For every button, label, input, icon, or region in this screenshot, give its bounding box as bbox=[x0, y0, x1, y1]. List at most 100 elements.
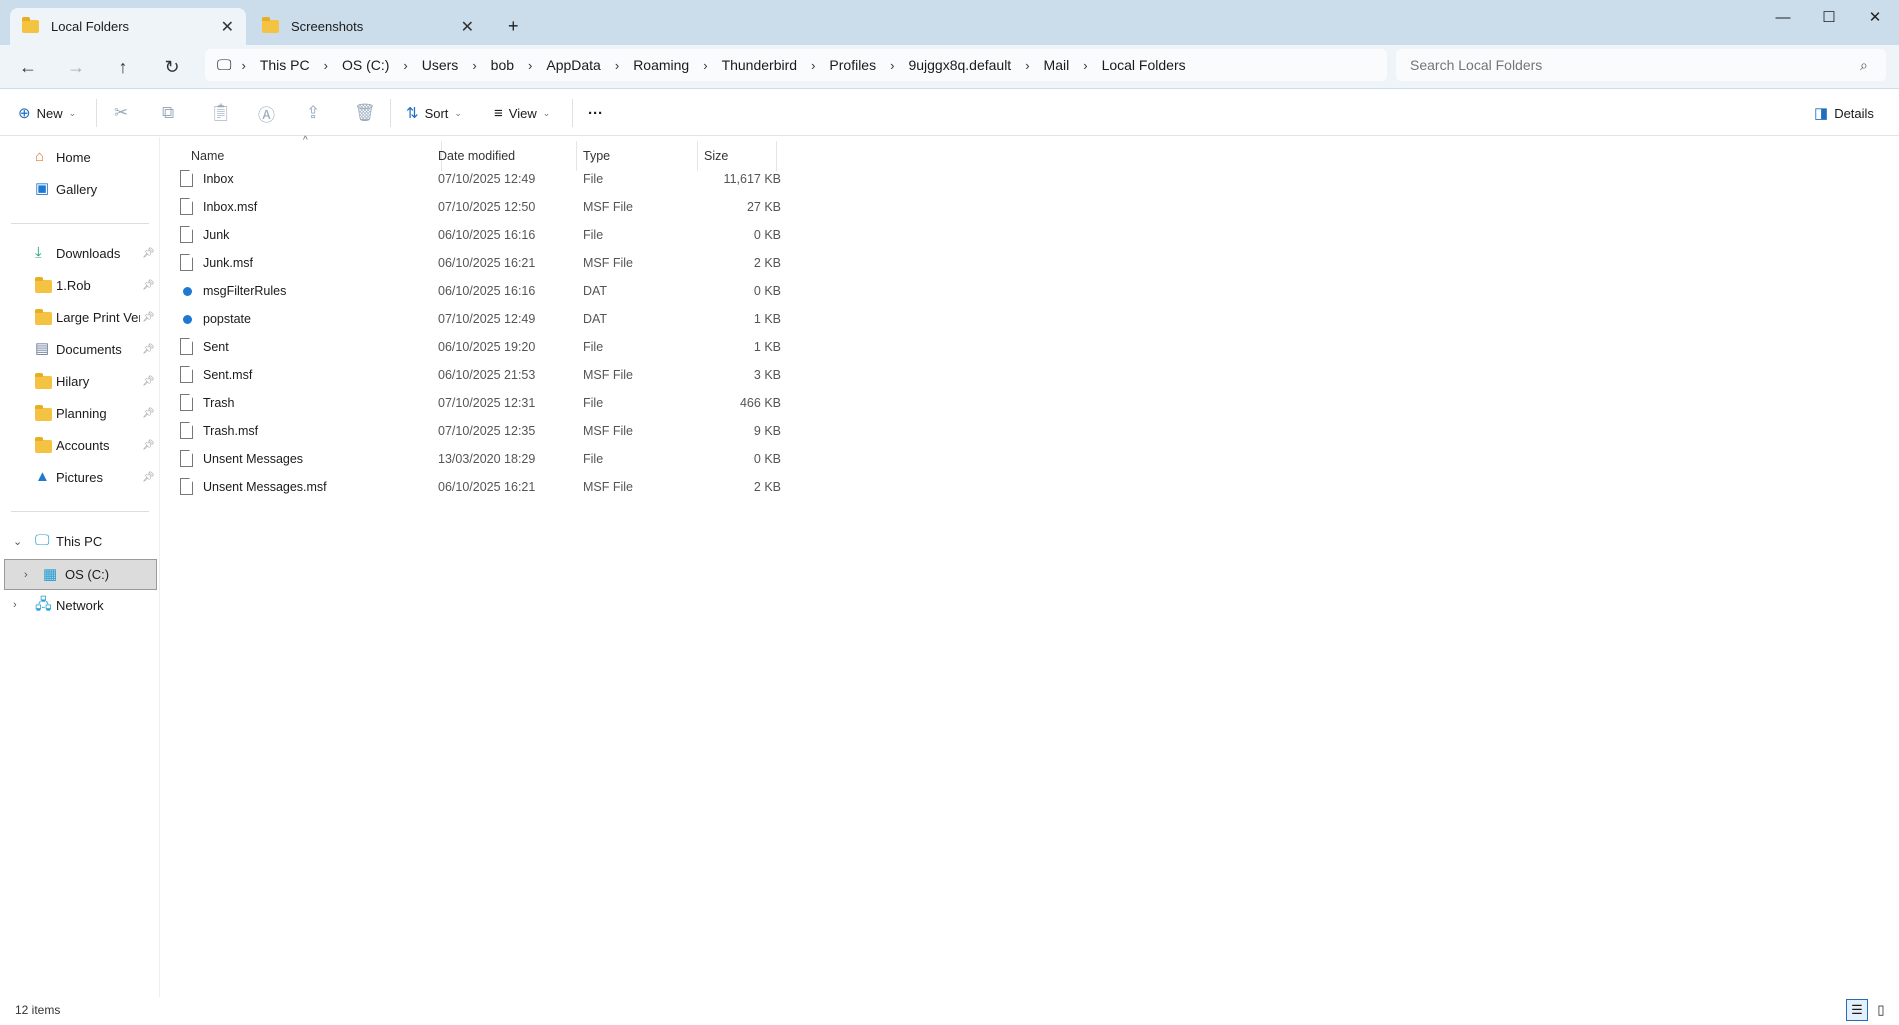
file-row[interactable]: Junk.msf 06/10/2025 16:21 MSF File 2 KB bbox=[175, 249, 789, 277]
cut-button[interactable]: ✂ bbox=[114, 97, 128, 129]
pin-icon[interactable]: 📌︎ bbox=[142, 440, 155, 451]
breadcrumb-item[interactable]: This PC bbox=[252, 57, 318, 73]
file-row[interactable]: Inbox.msf 07/10/2025 12:50 MSF File 27 KB bbox=[175, 193, 789, 221]
chevron-right-icon[interactable]: › bbox=[318, 58, 334, 73]
tiles-view-button[interactable]: ▯ bbox=[1870, 999, 1892, 1021]
chevron-right-icon[interactable]: › bbox=[397, 58, 413, 73]
file-row[interactable]: Sent 06/10/2025 19:20 File 1 KB bbox=[175, 333, 789, 361]
tab-screenshots[interactable]: Screenshots ✕ bbox=[250, 8, 486, 45]
computer-icon: 🖵 bbox=[35, 532, 50, 549]
file-type: MSF File bbox=[583, 424, 633, 438]
sidebar-item-downloads[interactable]: ⤓ Downloads 📌︎ bbox=[0, 239, 160, 267]
up-button[interactable]: ↑ bbox=[105, 53, 141, 81]
rename-button[interactable]: Ⓐ bbox=[258, 97, 275, 129]
tab-local-folders[interactable]: Local Folders ✕ bbox=[10, 8, 246, 45]
refresh-button[interactable]: ↻ bbox=[154, 53, 190, 81]
file-row[interactable]: Trash.msf 07/10/2025 12:35 MSF File 9 KB bbox=[175, 417, 789, 445]
breadcrumb-item[interactable]: bob bbox=[483, 57, 522, 73]
command-bar: ⊕ New ⌄ ✂ ⧉ 📋︎ Ⓐ ⇪ 🗑︎ ⇅ Sort ⌄ ≡ View ⌄ … bbox=[0, 88, 1899, 136]
pin-icon[interactable]: 📌︎ bbox=[142, 280, 155, 291]
chevron-right-icon: › bbox=[241, 57, 246, 73]
view-button[interactable]: ≡ View ⌄ bbox=[494, 97, 550, 129]
minimize-button[interactable]: — bbox=[1760, 4, 1806, 30]
file-name: Inbox bbox=[203, 172, 234, 186]
file-row[interactable]: Sent.msf 06/10/2025 21:53 MSF File 3 KB bbox=[175, 361, 789, 389]
pin-icon[interactable]: 📌︎ bbox=[142, 376, 155, 387]
breadcrumb-item[interactable]: Local Folders bbox=[1094, 57, 1194, 73]
maximize-button[interactable]: ☐ bbox=[1806, 4, 1852, 30]
breadcrumb-item[interactable]: Mail bbox=[1036, 57, 1078, 73]
chevron-right-icon[interactable]: › bbox=[1077, 58, 1093, 73]
new-button[interactable]: ⊕ New ⌄ bbox=[18, 97, 76, 129]
new-tab-button[interactable]: + bbox=[496, 8, 528, 45]
view-list-icon: ≡ bbox=[494, 104, 503, 122]
file-row[interactable]: Trash 07/10/2025 12:31 File 466 KB bbox=[175, 389, 789, 417]
chevron-down-icon: ⌄ bbox=[68, 107, 77, 118]
chevron-right-icon[interactable]: › bbox=[522, 58, 538, 73]
sidebar-item-home[interactable]: ⌂ Home bbox=[0, 143, 160, 171]
sidebar-item-hilary[interactable]: Hilary 📌︎ bbox=[0, 367, 160, 395]
sidebar-item-gallery[interactable]: ▣ Gallery bbox=[0, 175, 160, 203]
breadcrumb-item[interactable]: Profiles bbox=[821, 57, 884, 73]
more-options-button[interactable]: ··· bbox=[588, 97, 603, 129]
file-date: 06/10/2025 21:53 bbox=[438, 368, 536, 382]
chevron-right-icon[interactable]: › bbox=[13, 599, 17, 611]
copy-button[interactable]: ⧉ bbox=[162, 97, 174, 129]
sidebar-item-large-print-versi[interactable]: Large Print Versi📌︎ bbox=[0, 303, 160, 331]
sidebar-item-network[interactable]: 🖧 Network › bbox=[0, 591, 160, 619]
sidebar-item-planning[interactable]: Planning 📌︎ bbox=[0, 399, 160, 427]
folder-icon bbox=[22, 17, 39, 33]
chevron-right-icon[interactable]: › bbox=[805, 58, 821, 73]
sort-button[interactable]: ⇅ Sort ⌄ bbox=[406, 97, 462, 129]
file-row[interactable]: Unsent Messages.msf 06/10/2025 16:21 MSF F… bbox=[175, 473, 789, 501]
address-bar[interactable]: 🖵 › This PC › OS (C:) › Users › bob › AppData › Ro… bbox=[205, 49, 1387, 81]
file-size: 3 KB bbox=[753, 368, 781, 382]
chevron-right-icon[interactable]: › bbox=[1019, 58, 1035, 73]
details-pane-button[interactable]: ◨ Details bbox=[1814, 97, 1874, 129]
search-input[interactable] bbox=[1396, 49, 1886, 81]
close-window-button[interactable]: ✕ bbox=[1852, 4, 1898, 30]
details-view-button[interactable]: ☰ bbox=[1846, 999, 1868, 1021]
paste-button[interactable]: 📋︎ bbox=[210, 97, 232, 129]
file-row[interactable]: popstate 07/10/2025 12:49 DAT 1 KB bbox=[175, 305, 789, 333]
chevron-down-icon[interactable]: ⌄ bbox=[13, 535, 22, 548]
pin-icon[interactable]: 📌︎ bbox=[142, 344, 155, 355]
pin-icon[interactable]: 📌︎ bbox=[142, 408, 155, 419]
divider bbox=[96, 99, 97, 127]
pin-icon[interactable]: 📌︎ bbox=[142, 248, 155, 259]
delete-button[interactable]: 🗑︎ bbox=[354, 97, 376, 129]
file-name: Unsent Messages bbox=[203, 452, 304, 466]
chevron-right-icon[interactable]: › bbox=[466, 58, 482, 73]
sidebar-item-accounts[interactable]: Accounts 📌︎ bbox=[0, 431, 160, 459]
file-size: 466 KB bbox=[739, 396, 781, 410]
sidebar-item-this-pc[interactable]: 🖵 This PC ⌄ bbox=[0, 527, 160, 555]
file-row[interactable]: Unsent Messages 13/03/2020 18:29 File 0 KB bbox=[175, 445, 789, 473]
back-button[interactable]: ← bbox=[10, 53, 46, 81]
chevron-right-icon[interactable]: › bbox=[24, 569, 28, 581]
close-tab-icon[interactable]: ✕ bbox=[221, 17, 234, 37]
share-button[interactable]: ⇪ bbox=[306, 97, 320, 129]
pin-icon[interactable]: 📌︎ bbox=[142, 312, 155, 323]
breadcrumb-item[interactable]: 9ujggx8q.default bbox=[900, 57, 1019, 73]
breadcrumb-item[interactable]: Roaming bbox=[625, 57, 697, 73]
sidebar-item-os-c-[interactable]: ▦ OS (C:) › bbox=[4, 559, 157, 590]
file-row[interactable]: msgFilterRules 06/10/2025 16:16 DAT 0 KB bbox=[175, 277, 789, 305]
file-type: File bbox=[583, 172, 604, 186]
breadcrumb-item[interactable]: Thunderbird bbox=[714, 57, 806, 73]
file-row[interactable]: Junk 06/10/2025 16:16 File 0 KB bbox=[175, 221, 789, 249]
breadcrumb-item[interactable]: OS (C:) bbox=[334, 57, 397, 73]
sidebar-item-documents[interactable]: ▤ Documents 📌︎ bbox=[0, 335, 160, 363]
close-tab-icon[interactable]: ✕ bbox=[461, 17, 474, 37]
pin-icon[interactable]: 📌︎ bbox=[142, 472, 155, 483]
forward-button[interactable]: → bbox=[58, 53, 94, 81]
sidebar-item-1-rob[interactable]: 1.Rob 📌︎ bbox=[0, 271, 160, 299]
chevron-right-icon[interactable]: › bbox=[697, 58, 713, 73]
file-row[interactable]: Inbox 07/10/2025 12:49 File 11,617 KB bbox=[175, 165, 789, 193]
breadcrumb-item[interactable]: AppData bbox=[538, 57, 608, 73]
breadcrumb-item[interactable]: Users bbox=[414, 57, 467, 73]
chevron-right-icon[interactable]: › bbox=[884, 58, 900, 73]
chevron-right-icon[interactable]: › bbox=[609, 58, 625, 73]
sidebar-item-pictures[interactable]: ▲ Pictures 📌︎ bbox=[0, 463, 160, 491]
divider bbox=[11, 511, 149, 512]
search-icon: ⌕ bbox=[1860, 57, 1868, 73]
